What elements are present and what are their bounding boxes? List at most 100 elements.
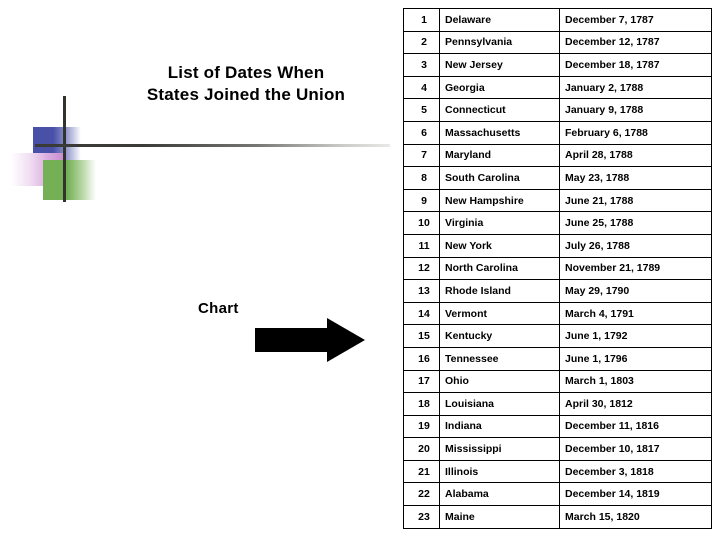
vertical-rule-decoration (63, 96, 66, 202)
cell-order-number: 22 (403, 482, 440, 507)
cell-join-date: December 12, 1787 (559, 30, 712, 55)
table-row: 18 Louisiana April 30, 1812 (403, 392, 712, 416)
cell-state-name: New York (439, 233, 560, 258)
cell-state-name: Pennsylvania (439, 30, 560, 55)
table-row: 4 Georgia January 2, 1788 (403, 75, 712, 100)
cell-state-name: Massachusetts (439, 120, 560, 145)
cell-order-number: 1 (403, 8, 440, 32)
cell-join-date: December 14, 1819 (559, 482, 712, 507)
cell-state-name: Connecticut (439, 98, 560, 122)
table-row: 8 South Carolina May 23, 1788 (403, 166, 712, 190)
cell-join-date: December 10, 1817 (559, 437, 712, 461)
table-row: 6 Massachusetts February 6, 1788 (403, 120, 712, 145)
table-row: 2 Pennsylvania December 12, 1787 (403, 30, 712, 55)
table-row: 12 North Carolina November 21, 1789 (403, 256, 712, 281)
cell-order-number: 17 (403, 369, 440, 394)
table-row: 1 Delaware December 7, 1787 (403, 8, 712, 32)
cell-order-number: 20 (403, 437, 440, 461)
cell-order-number: 4 (403, 75, 440, 100)
cell-order-number: 16 (403, 346, 440, 371)
cell-order-number: 21 (403, 459, 440, 484)
cell-join-date: July 26, 1788 (559, 233, 712, 258)
table-row: 22 Alabama December 14, 1819 (403, 482, 712, 507)
cell-state-name: Alabama (439, 482, 560, 507)
table-row: 17 Ohio March 1, 1803 (403, 369, 712, 394)
cell-order-number: 13 (403, 279, 440, 303)
cell-order-number: 23 (403, 505, 440, 529)
cell-join-date: December 3, 1818 (559, 459, 712, 484)
table-row: 19 Indiana December 11, 1816 (403, 414, 712, 439)
cell-state-name: Virginia (439, 211, 560, 235)
cell-join-date: June 25, 1788 (559, 211, 712, 235)
chart-label: Chart (198, 300, 239, 317)
cell-state-name: North Carolina (439, 256, 560, 281)
table-row: 21 Illinois December 3, 1818 (403, 459, 712, 484)
cell-order-number: 11 (403, 233, 440, 258)
cell-join-date: June 21, 1788 (559, 188, 712, 213)
horizontal-rule-divider (35, 144, 390, 147)
cell-join-date: May 23, 1788 (559, 166, 712, 190)
cell-join-date: January 9, 1788 (559, 98, 712, 122)
cell-state-name: Delaware (439, 8, 560, 32)
cell-order-number: 7 (403, 143, 440, 168)
cell-state-name: Tennessee (439, 346, 560, 371)
cell-order-number: 18 (403, 392, 440, 416)
green-square-decoration (43, 160, 96, 200)
cell-join-date: February 6, 1788 (559, 120, 712, 145)
cell-join-date: May 29, 1790 (559, 279, 712, 303)
cell-state-name: Georgia (439, 75, 560, 100)
cell-order-number: 10 (403, 211, 440, 235)
table-row: 14 Vermont March 4, 1791 (403, 301, 712, 326)
cell-state-name: Kentucky (439, 324, 560, 348)
table-row: 10 Virginia June 25, 1788 (403, 211, 712, 235)
table-row: 20 Mississippi December 10, 1817 (403, 437, 712, 461)
cell-state-name: Maine (439, 505, 560, 529)
cell-join-date: March 4, 1791 (559, 301, 712, 326)
states-table-container: 1 Delaware December 7, 1787 2 Pennsylvania De… (403, 8, 712, 529)
table-row: 5 Connecticut January 9, 1788 (403, 98, 712, 122)
cell-state-name: Mississippi (439, 437, 560, 461)
page-title: List of Dates When States Joined the Uni… (88, 62, 404, 106)
cell-order-number: 15 (403, 324, 440, 348)
cell-join-date: June 1, 1796 (559, 346, 712, 371)
table-row: 11 New York July 26, 1788 (403, 233, 712, 258)
page-title-line-2: States Joined the Union (146, 85, 346, 104)
cell-state-name: New Jersey (439, 53, 560, 77)
cell-order-number: 8 (403, 166, 440, 190)
cell-join-date: December 7, 1787 (559, 8, 712, 32)
cell-join-date: June 1, 1792 (559, 324, 712, 348)
cell-order-number: 9 (403, 188, 440, 213)
cell-order-number: 12 (403, 256, 440, 281)
cell-state-name: Ohio (439, 369, 560, 394)
table-row: 16 Tennessee June 1, 1796 (403, 346, 712, 371)
cell-order-number: 3 (403, 53, 440, 77)
cell-state-name: New Hampshire (439, 188, 560, 213)
page-title-line-1: List of Dates When (167, 63, 325, 82)
cell-order-number: 19 (403, 414, 440, 439)
cell-state-name: Illinois (439, 459, 560, 484)
table-row: 7 Maryland April 28, 1788 (403, 143, 712, 168)
cell-join-date: January 2, 1788 (559, 75, 712, 100)
cell-order-number: 6 (403, 120, 440, 145)
states-joined-union-table: 1 Delaware December 7, 1787 2 Pennsylvania De… (403, 8, 712, 529)
table-row: 15 Kentucky June 1, 1792 (403, 324, 712, 348)
right-arrow-icon (255, 318, 365, 362)
cell-join-date: November 21, 1789 (559, 256, 712, 281)
cell-join-date: March 1, 1803 (559, 369, 712, 394)
cell-state-name: Rhode Island (439, 279, 560, 303)
cell-join-date: December 18, 1787 (559, 53, 712, 77)
cell-state-name: South Carolina (439, 166, 560, 190)
table-row: 9 New Hampshire June 21, 1788 (403, 188, 712, 213)
cell-state-name: Maryland (439, 143, 560, 168)
cell-join-date: April 30, 1812 (559, 392, 712, 416)
cell-state-name: Vermont (439, 301, 560, 326)
cell-order-number: 2 (403, 30, 440, 55)
table-row: 3 New Jersey December 18, 1787 (403, 53, 712, 77)
cell-join-date: March 15, 1820 (559, 505, 712, 529)
cell-order-number: 14 (403, 301, 440, 326)
table-row: 23 Maine March 15, 1820 (403, 505, 712, 529)
cell-join-date: April 28, 1788 (559, 143, 712, 168)
cell-join-date: December 11, 1816 (559, 414, 712, 439)
cell-order-number: 5 (403, 98, 440, 122)
cell-state-name: Louisiana (439, 392, 560, 416)
